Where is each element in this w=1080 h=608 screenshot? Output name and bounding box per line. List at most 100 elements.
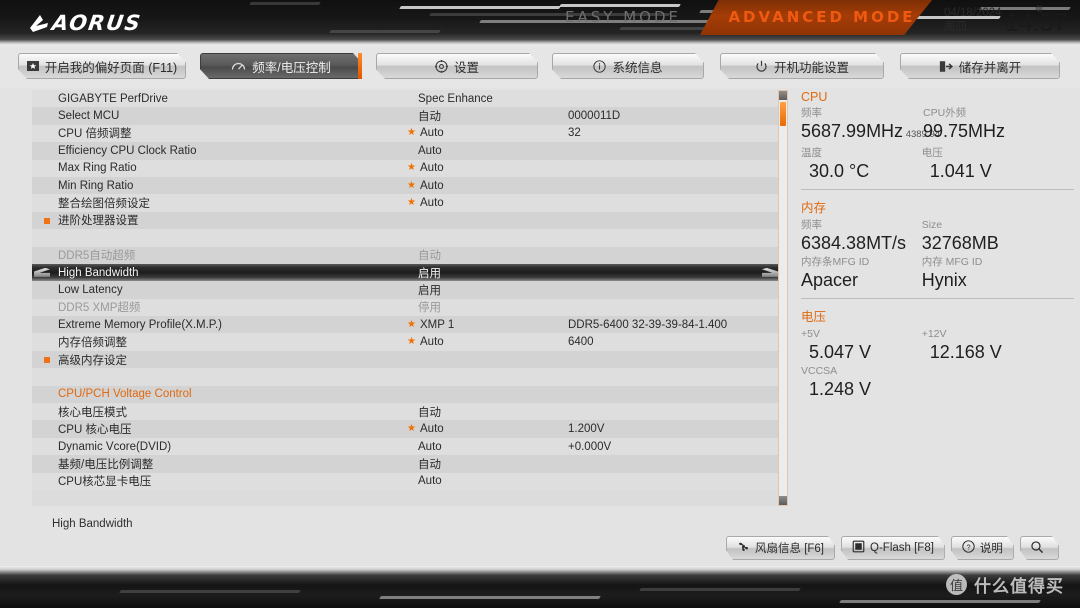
selection-arrow-right-icon [762, 267, 778, 277]
settings-row[interactable]: CPU 核心电压 ★ Auto 1.200V [32, 420, 780, 438]
tab-easy-mode[interactable]: EASY MODE [548, 0, 698, 34]
settings-row[interactable]: GIGABYTE PerfDrive Spec Enhance [32, 90, 780, 108]
submenu-marker-icon [44, 356, 50, 363]
sidebar-group: CPU 频率 5687.99MHz 4389.94 CPU外频 99.75MHz 温度 30… [795, 90, 1080, 183]
question-icon: ? [962, 540, 975, 556]
settings-row-selected[interactable]: High Bandwidth 启用 [32, 263, 780, 282]
settings-row[interactable]: Extreme Memory Profile(X.M.P.) ★ XMP 1 DDR5… [32, 316, 780, 334]
settings-row-label: Min Ring Ratio [58, 179, 134, 192]
tab-frequency-voltage[interactable]: 频率/电压控制 [200, 53, 362, 79]
settings-row-value: Auto [420, 336, 444, 349]
sidebar-metric-value: Hynix [922, 269, 1080, 292]
qflash-button[interactable]: Q-Flash [F8] [841, 536, 945, 560]
easy-mode-label: EASY MODE [565, 8, 681, 26]
settings-row-label: 整合绘图倍频设定 [58, 198, 150, 211]
gear-icon[interactable] [1032, 2, 1045, 15]
submenu-marker-icon [44, 217, 50, 224]
sidebar-metric-value-main: 99.75MHz [923, 121, 1006, 141]
sidebar-metric: 电压 1.041 V [922, 146, 1080, 183]
favorite-star-icon[interactable]: ★ [407, 163, 416, 173]
sidebar-metric-key: 频率 [801, 107, 822, 119]
selection-arrow-left-icon [34, 267, 50, 277]
settings-row[interactable]: CPU核芯显卡电压 Auto [32, 472, 780, 490]
favorite-star-icon[interactable]: ★ [407, 180, 416, 191]
sidebar-metric: VCCSA 1.248 V [801, 364, 922, 401]
settings-row[interactable]: 基频/电压比例调整 自动 [32, 455, 780, 473]
tab-advanced-mode[interactable]: ADVANCED MODE [722, 0, 922, 34]
settings-row[interactable]: 高级内存设定 [32, 350, 780, 369]
settings-row-value: 启用 [418, 284, 441, 297]
settings-row[interactable]: DDR5自动超频 自动 [32, 246, 780, 264]
current-weekday: 周四 [944, 21, 967, 33]
settings-row[interactable]: Select MCU 自动 0000011D [32, 107, 780, 125]
watermark-text: 什么值得买 [974, 577, 1064, 596]
sidebar-metric-value-main: 5.047 V [809, 342, 872, 362]
scrollbar-thumb[interactable] [780, 102, 786, 126]
settings-row-value: 自动 [418, 111, 441, 124]
settings-row-value-cell: 自动 [418, 404, 568, 420]
settings-row[interactable]: Max Ring Ratio ★ Auto [32, 159, 780, 177]
settings-row[interactable]: Dynamic Vcore(DVID) Auto +0.000V [32, 437, 780, 456]
settings-row-value-cell: Auto [418, 475, 568, 487]
settings-row-value: Spec Enhance [418, 92, 493, 105]
settings-row-label: CPU/PCH Voltage Control [58, 388, 192, 401]
sidebar-metric-value-main: 6384.38MT/s [801, 233, 907, 253]
sidebar-metric-value-main: 1.041 V [929, 161, 992, 181]
settings-row[interactable]: Efficiency CPU Clock Ratio Auto [32, 142, 780, 160]
favorite-star-icon[interactable]: ★ [407, 319, 416, 330]
tab-settings[interactable]: 设置 [376, 53, 538, 79]
settings-row-label: DDR5自动超频 [58, 250, 136, 263]
sidebar-metric: Size 32768MB [922, 218, 1080, 255]
tab-system-info[interactable]: 系统信息 [552, 53, 704, 79]
settings-row[interactable]: 内存倍频调整 ★ Auto 6400 [32, 333, 780, 351]
settings-row[interactable]: 进阶处理器设置 [32, 211, 780, 230]
settings-row[interactable]: 核心电压模式 自动 [32, 403, 780, 421]
sidebar-metric-key: 温度 [801, 147, 822, 159]
settings-row[interactable]: DDR5 XMP超频 停用 [32, 298, 780, 317]
active-tab-accent [358, 53, 362, 79]
settings-row-extra: 32 [568, 127, 581, 140]
function-key-bar: 风扇信息 [F6] Q-Flash [F8] ? 说明 [726, 536, 1059, 560]
sidebar-metric: +12V 12.168 V [922, 327, 1080, 364]
settings-row[interactable]: CPU 倍频调整 ★ Auto 32 [32, 124, 780, 143]
tab-save-exit[interactable]: 储存并离开 [900, 53, 1060, 79]
fan-info-button[interactable]: 风扇信息 [F6] [726, 536, 835, 560]
scrollbar-up-button[interactable] [779, 91, 787, 100]
settings-row[interactable]: 整合绘图倍频设定 ★ Auto [32, 194, 780, 212]
svg-text:?: ? [966, 542, 970, 551]
settings-row-value-cell: Auto [418, 145, 568, 157]
settings-row-value-cell: 自动 [418, 247, 568, 263]
sidebar-metric-value-main: 32768MB [921, 233, 999, 253]
search-button[interactable] [1020, 536, 1059, 560]
favorite-star-icon[interactable]: ★ [407, 128, 416, 138]
sidebar-metric-value-main: 12.168 V [929, 342, 1002, 362]
sidebar-metric-key: VCCSA [801, 365, 838, 377]
tab-system-info-label: 系统信息 [612, 60, 663, 75]
sidebar-row: +5V 5.047 V +12V 12.168 V [801, 327, 1080, 364]
settings-row-value-cell: 启用 [418, 282, 568, 298]
sidebar-metric-value-main: 1.248 V [809, 379, 872, 399]
sidebar-divider [801, 298, 1074, 299]
star-box-icon [27, 60, 39, 72]
settings-row [32, 229, 780, 247]
settings-row-label: Efficiency CPU Clock Ratio [58, 144, 197, 157]
settings-row-value-cell: 自动 [418, 456, 568, 472]
scrollbar-down-button[interactable] [779, 496, 787, 505]
settings-row[interactable]: Low Latency 启用 [32, 281, 780, 299]
help-button[interactable]: ? 说明 [951, 536, 1014, 560]
settings-row-label: Dynamic Vcore(DVID) [58, 440, 172, 453]
settings-row-value: XMP 1 [420, 318, 455, 331]
favorite-star-icon[interactable]: ★ [407, 198, 416, 208]
settings-row-extra: +0.000V [568, 440, 612, 453]
settings-row-label: 内存倍频调整 [58, 337, 127, 350]
tab-favorites[interactable]: 开启我的偏好页面 (F11) [18, 53, 186, 79]
sidebar-row: 内存条MFG ID Apacer 内存 MFG ID Hynix [801, 255, 1080, 292]
settings-scrollbar[interactable] [778, 90, 788, 506]
settings-row[interactable]: CPU/PCH Voltage Control [32, 385, 780, 404]
favorite-star-icon[interactable]: ★ [407, 337, 416, 347]
settings-list[interactable]: GIGABYTE PerfDrive Spec Enhance Select MCU… [32, 90, 780, 506]
settings-row[interactable]: Min Ring Ratio ★ Auto [32, 176, 780, 195]
sidebar-metric-value: 5687.99MHz 4389.94 [801, 120, 940, 146]
favorite-star-icon[interactable]: ★ [407, 424, 416, 434]
tab-boot-settings[interactable]: 开机功能设置 [720, 53, 884, 79]
